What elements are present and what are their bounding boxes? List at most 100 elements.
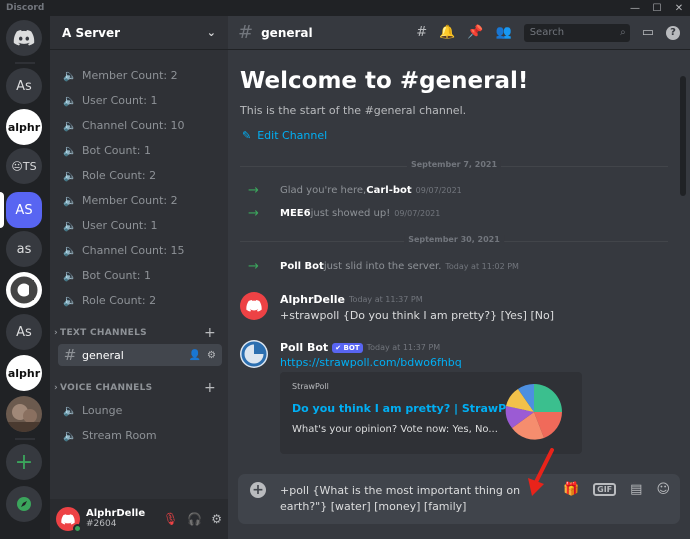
server-as-3[interactable]: As (6, 314, 42, 350)
member-name[interactable]: Carl-bot (366, 185, 411, 196)
search-icon: ⌕ (620, 27, 626, 38)
join-arrow-icon: → (248, 259, 259, 274)
gif-button[interactable]: GIF (593, 483, 617, 496)
discord-logo-icon (61, 513, 75, 524)
invite-icon[interactable]: 👤 (189, 350, 201, 361)
discord-logo-icon (13, 30, 35, 46)
poll-bot-logo-icon (241, 341, 267, 367)
add-server-button[interactable]: + (6, 444, 42, 480)
scrollbar[interactable] (680, 76, 686, 196)
user-tag: #2604 (86, 519, 117, 529)
title-bar: Discord — ☐ ✕ (0, 0, 690, 16)
minimize-button[interactable]: — (624, 0, 646, 16)
channel-stat[interactable]: 🔈 Role Count: 2 (58, 164, 222, 186)
add-text-channel-icon[interactable]: + (204, 325, 224, 341)
channel-stat[interactable]: 🔈 Channel Count: 10 (58, 114, 222, 136)
channel-label: Member Count: 2 (82, 68, 178, 82)
add-voice-channel-icon[interactable]: + (204, 380, 224, 396)
inbox-icon[interactable]: ▭ (642, 25, 654, 40)
date-divider: September 7, 2021 (240, 160, 668, 169)
speaker-icon: 🔈 (63, 143, 77, 157)
speaker-icon: 🔈 (63, 118, 77, 132)
edit-channel-label: Edit Channel (257, 129, 328, 142)
active-server-indicator (0, 192, 4, 228)
channel-general[interactable]: # general 👤 ⚙ (58, 344, 222, 366)
gear-icon[interactable]: ⚙ (207, 350, 216, 361)
server-header[interactable]: A Server ⌄ (50, 16, 228, 50)
bell-icon[interactable]: 🔔 (439, 25, 455, 40)
channel-stat[interactable]: 🔈 User Count: 1 (58, 214, 222, 236)
speaker-icon: 🔈 (63, 168, 77, 182)
category-label: TEXT CHANNELS (60, 328, 147, 338)
sticker-icon[interactable]: ▤ (630, 482, 642, 497)
server-photo[interactable] (6, 396, 42, 432)
mute-microphone-icon[interactable]: 🎙 (163, 512, 178, 526)
avatar[interactable] (56, 507, 82, 533)
channel-label: Member Count: 2 (82, 193, 178, 207)
channel-stat[interactable]: 🔈 User Count: 1 (58, 89, 222, 111)
server-circle-logo[interactable] (6, 272, 42, 308)
gear-icon[interactable]: ⚙ (211, 512, 222, 526)
channel-stat[interactable]: 🔈 Bot Count: 1 (58, 139, 222, 161)
server-alphr-2[interactable]: alphr (6, 355, 42, 391)
author-name[interactable]: Poll Bot (280, 341, 328, 354)
channel-stat[interactable]: 🔈 Channel Count: 15 (58, 239, 222, 261)
username: AlphrDelle (86, 508, 146, 519)
channel-label: Bot Count: 1 (82, 143, 151, 157)
headphones-icon[interactable]: 🎧 (187, 512, 202, 526)
pin-icon[interactable]: 📌 (467, 25, 483, 40)
server-alphr-1[interactable]: alphr (6, 109, 42, 145)
member-name[interactable]: MEE6 (280, 208, 311, 219)
join-arrow-icon: → (248, 206, 259, 221)
member-name[interactable]: Poll Bot (280, 261, 324, 272)
voice-channels-category[interactable]: › VOICE CHANNELS + (54, 380, 224, 396)
speaker-icon: 🔈 (63, 193, 77, 207)
server-ts[interactable]: 😐TS (6, 148, 42, 184)
channel-stream-room[interactable]: 🔈 Stream Room (58, 424, 222, 446)
text-channels-category[interactable]: › TEXT CHANNELS + (54, 325, 224, 341)
channel-label: User Count: 1 (82, 218, 158, 232)
search-input[interactable]: Search ⌕ (523, 23, 630, 42)
channel-sidebar: A Server ⌄ 🔈 Member Count: 2 🔈 User Count:… (50, 16, 228, 539)
poll-link[interactable]: https://strawpoll.com/bdwo6fhbq (280, 356, 462, 369)
server-as-active[interactable]: AS (6, 192, 42, 228)
system-message: → Glad you're here, Carl-bot 09/07/2021 (248, 183, 462, 198)
channel-stat[interactable]: 🔈 Bot Count: 1 (58, 264, 222, 286)
avatar[interactable] (240, 340, 268, 368)
maximize-button[interactable]: ☐ (646, 0, 668, 16)
help-icon[interactable]: ? (666, 25, 680, 40)
date-label: September 30, 2021 (404, 235, 504, 244)
message-author: AlphrDelle Today at 11:37 PM (280, 293, 423, 306)
window-controls: — ☐ ✕ (624, 0, 690, 16)
channel-stat[interactable]: 🔈 Role Count: 2 (58, 289, 222, 311)
home-button[interactable] (6, 20, 42, 56)
speaker-icon: 🔈 (63, 93, 77, 107)
message-input[interactable]: +poll {What is the most important thing … (280, 483, 550, 515)
emoji-icon[interactable]: ☺ (656, 482, 670, 497)
system-message: → MEE6 just showed up! 09/07/2021 (248, 206, 440, 221)
members-icon[interactable]: 👥 (496, 25, 512, 40)
author-name[interactable]: AlphrDelle (280, 293, 345, 306)
timestamp: 09/07/2021 (415, 186, 462, 195)
online-status-icon (73, 524, 82, 533)
message-composer[interactable]: + +poll {What is the most important thin… (238, 474, 680, 524)
rail-separator-2 (15, 438, 35, 440)
hash-icon: # (63, 346, 77, 364)
gift-icon[interactable]: 🎁 (563, 482, 579, 497)
annotation-arrow-icon (528, 448, 554, 496)
channel-lounge[interactable]: 🔈 Lounge (58, 399, 222, 421)
threads-icon[interactable]: # (416, 25, 427, 40)
edit-channel-link[interactable]: ✎ Edit Channel (242, 129, 327, 142)
speaker-icon: 🔈 (63, 428, 77, 442)
server-as-1[interactable]: As (6, 68, 42, 104)
server-as-lower[interactable]: as (6, 231, 42, 267)
timestamp: Today at 11:02 PM (445, 262, 519, 271)
embed-provider: StrawPoll (292, 382, 329, 391)
channel-stat[interactable]: 🔈 Member Count: 2 (58, 189, 222, 211)
channel-stat[interactable]: 🔈 Member Count: 2 (58, 64, 222, 86)
close-button[interactable]: ✕ (668, 0, 690, 16)
date-divider: September 30, 2021 (240, 235, 668, 244)
explore-servers-button[interactable] (6, 486, 42, 522)
attach-plus-button[interactable]: + (250, 482, 266, 498)
avatar[interactable] (240, 292, 268, 320)
